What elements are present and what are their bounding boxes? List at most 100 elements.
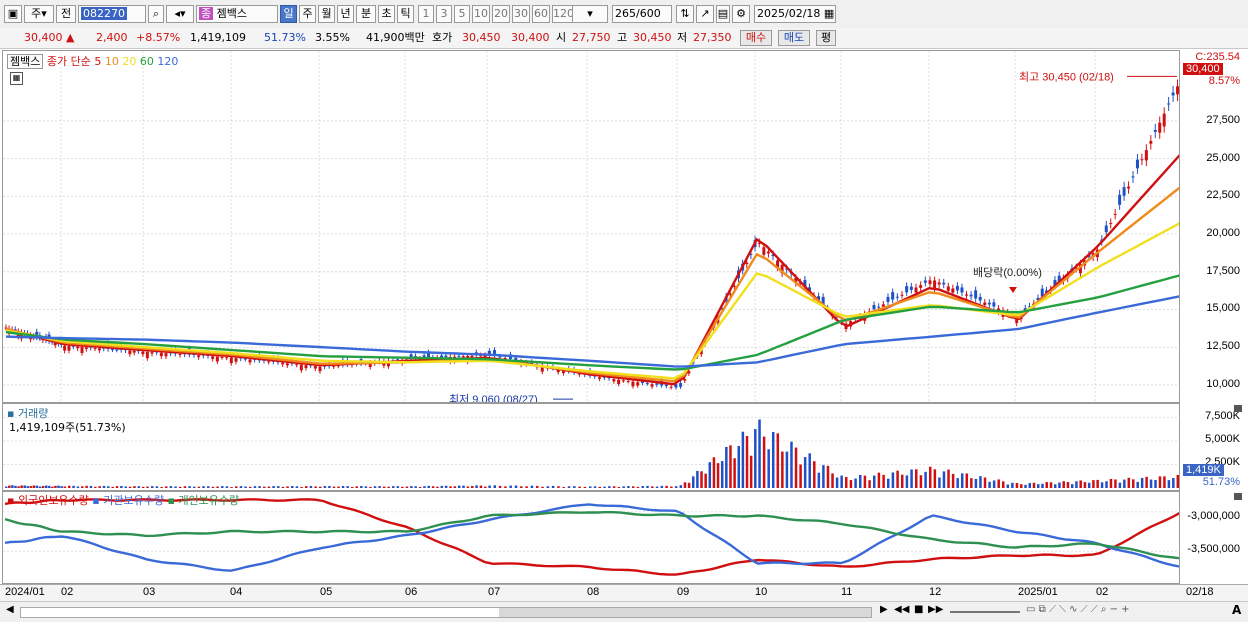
volume-bar [263,486,266,488]
ma-legend-5: 5 [94,55,105,68]
interval-button-3[interactable]: 3 [436,5,452,23]
scroll-thumb[interactable] [499,608,871,617]
candle-body [164,353,168,357]
volume-bar [328,486,331,488]
holding-close-icon[interactable] [1234,493,1242,500]
volume-bar [901,474,904,488]
volume-bar [915,469,918,488]
chart-menu-icon[interactable]: ▣ [4,5,22,23]
volume-bar [253,486,257,488]
volume-bar [1092,480,1095,488]
candle-body [110,348,114,350]
dividend-annotation: 배당락(0.00%) [973,266,1042,279]
scroll-track[interactable] [20,607,872,618]
timeframe-year[interactable]: 년 [337,5,354,23]
stop-icon[interactable]: ■ [914,604,923,615]
volume-close-icon[interactable] [1234,405,1242,412]
volume-bar [877,472,881,488]
zoom-slider[interactable] [950,611,1020,613]
volume-chart[interactable] [3,404,1179,490]
candle-body [318,366,322,372]
timeframe-day[interactable]: 일 [280,5,297,23]
interval-button-60[interactable]: 60 [532,5,550,23]
interval-custom-select[interactable]: ▾ [572,5,608,23]
volume-ratio: 51.73% [264,31,306,44]
candle-body [67,346,71,351]
rewind-icon[interactable]: ◀◀ [894,604,909,615]
volume-bar [960,473,964,488]
count-total: /600 [636,7,661,20]
volume-bar [794,447,798,488]
search-icon[interactable]: ⌕ [148,5,164,23]
draw-icon[interactable]: ↗ [696,5,714,23]
volume-bar [803,457,807,488]
volume-bar [725,446,728,488]
interval-button-5[interactable]: 5 [454,5,470,23]
volume-bar [1167,480,1171,488]
drawing-tools-icons[interactable]: ▭ ⧉ ⟋ ⟍ ∿ ⟋ ⟋ ⌕ − + [1026,604,1130,615]
volume-bar [822,465,825,488]
date-field[interactable]: 2025/02/18 ▦ [754,5,836,23]
timeframe-second[interactable]: 초 [378,5,395,23]
forward-icon[interactable]: ▶▶ [928,604,943,615]
interval-button-20[interactable]: 20 [492,5,510,23]
buy-button[interactable]: 매수 [740,30,772,46]
grid-table-icon[interactable]: ▦ [10,72,23,85]
evaluate-button[interactable]: 평 [816,30,836,46]
volume-bar [737,445,740,488]
volume-bar [660,485,664,488]
period-select[interactable]: 주▾ [24,5,54,23]
x-label-10: 11 [841,586,853,598]
volume-axis: 7,500K 5,000K 2,500K 1,419K 51.73% [1180,403,1246,491]
volume-bar [493,485,497,488]
volume-bar [674,486,678,488]
candle-body [215,356,219,362]
last-pct: 8.57% [1208,75,1240,87]
interval-button-30[interactable]: 30 [512,5,530,23]
candle-body [97,348,101,351]
volume-bar [859,474,862,488]
interval-button-10[interactable]: 10 [472,5,490,23]
volume-bar [169,486,173,488]
volume-bar [942,471,946,488]
timeframe-month[interactable]: 월 [318,5,335,23]
scroll-left-icon[interactable]: ◀ [6,604,14,615]
settings-icon[interactable]: ⚙ [732,5,750,23]
stock-name-field[interactable]: 종 젬백스 [196,5,278,23]
timeframe-week[interactable]: 주 [299,5,316,23]
volume-bar [1028,483,1032,488]
timeframe-minute[interactable]: 분 [356,5,376,23]
volume-bar [160,487,163,488]
volume-bar [938,477,941,488]
price-chart[interactable]: 최고 30,450 (02/18) 최저 9,060 (08/27) 배당락(0.0… [3,51,1179,402]
volume-bar [608,486,611,488]
prev-button[interactable]: 전 [56,5,76,23]
volume-bar [651,486,654,488]
speaker-icon[interactable]: ◂▾ [166,5,194,23]
indicator-icon[interactable]: ⇅ [676,5,694,23]
save-icon[interactable]: ▤ [716,5,730,23]
price-change-pct: +8.57% [136,31,181,44]
holding-tick-2: -3,500,000 [1187,543,1240,555]
volume-bar [291,485,294,488]
volume-bar [41,485,45,488]
volume-bar [919,475,923,488]
timeframe-tick[interactable]: 틱 [397,5,414,23]
ma-line-10 [5,186,1179,383]
sell-button[interactable]: 매도 [778,30,810,46]
volume-bar [997,479,1000,488]
candle-body [225,357,229,359]
text-tool-icon[interactable]: A [1232,603,1241,617]
volume-bar [612,486,616,488]
period-select-label: 주 [31,7,42,20]
volume-bar [401,486,404,488]
volume-bar [1079,480,1082,488]
count-field[interactable]: 265/600 [612,5,672,23]
interval-button-1[interactable]: 1 [418,5,434,23]
volume-bar [54,485,57,488]
volume-bar [431,486,435,488]
scroll-right-icon[interactable]: ▶ [880,604,888,615]
volume-bar [60,486,63,488]
stock-code-input[interactable]: 082270 [78,5,146,23]
interval-button-120[interactable]: 120 [552,5,574,23]
